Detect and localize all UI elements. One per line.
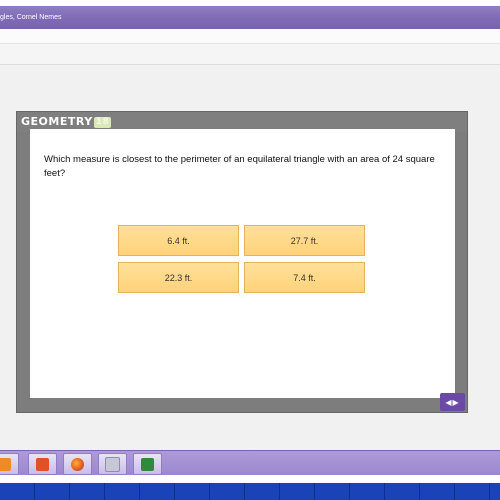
- geometry-logo: GEOMETRY 18: [21, 115, 112, 129]
- firefox-icon[interactable]: [63, 453, 92, 475]
- answer-option-2[interactable]: 27.7 ft.: [244, 225, 365, 256]
- excel-icon[interactable]: [133, 453, 162, 475]
- menu-bar: [0, 29, 500, 44]
- answer-option-1[interactable]: 6.4 ft.: [118, 225, 239, 256]
- toolbar: [0, 44, 500, 65]
- bottom-blue-strip: [0, 483, 500, 500]
- answer-option-4[interactable]: 7.4 ft.: [244, 262, 365, 293]
- office-icon[interactable]: [0, 453, 19, 475]
- slide-body: Which measure is closest to the perimete…: [30, 129, 455, 398]
- prev-next-icon[interactable]: ◀▶: [440, 393, 465, 411]
- powerpoint-icon[interactable]: [28, 453, 57, 475]
- answer-option-3[interactable]: 22.3 ft.: [118, 262, 239, 293]
- window-title-bar[interactable]: gles, Cornel Nemes: [0, 6, 500, 29]
- media-icon[interactable]: [98, 453, 127, 475]
- window-title: gles, Cornel Nemes: [0, 14, 62, 21]
- taskbar: [0, 450, 500, 475]
- question-text: Which measure is closest to the perimete…: [44, 154, 435, 179]
- slide-player: GEOMETRY 18 Which measure is closest to t…: [16, 111, 468, 413]
- logo-badge: 18: [93, 117, 112, 128]
- taskbar-gap: [0, 475, 500, 483]
- logo-text: GEOMETRY: [21, 115, 93, 128]
- screen: gles, Cornel Nemes GEOMETRY 18 Which meas…: [0, 0, 500, 500]
